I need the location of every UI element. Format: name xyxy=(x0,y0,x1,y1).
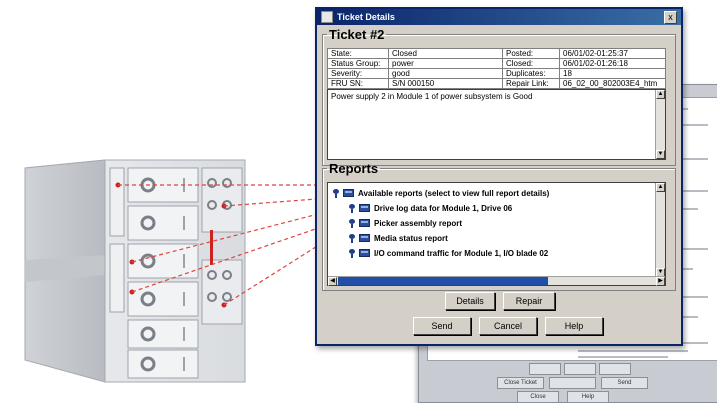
ticket-heading: Ticket #2 xyxy=(329,27,385,42)
repair-link-label: Repair Link: xyxy=(502,78,560,89)
status-group-value: power xyxy=(388,58,503,69)
fru-sn-value: S/N 000150 xyxy=(388,78,503,89)
folder-icon xyxy=(343,189,354,197)
scroll-left-arrow-icon[interactable]: ◀ xyxy=(328,277,337,286)
tree-node-icon xyxy=(332,188,340,198)
reports-tree[interactable]: Available reports (select to view full r… xyxy=(327,182,666,286)
ticket-description: Power supply 2 in Module 1 of power subs… xyxy=(331,92,533,101)
send-button[interactable]: Send xyxy=(413,317,471,335)
closed-value: 06/01/02-01:26:18 xyxy=(559,58,666,69)
tree-node-icon xyxy=(348,248,356,258)
bg-close-button[interactable]: Close xyxy=(517,391,559,403)
ticket-description-area[interactable]: Power supply 2 in Module 1 of power subs… xyxy=(327,89,666,160)
report-label: I/O command traffic for Module 1, I/O bl… xyxy=(374,248,549,258)
severity-value: good xyxy=(388,68,503,79)
folder-icon xyxy=(359,219,370,227)
report-item[interactable]: Media status report xyxy=(348,232,448,244)
table-row: Severity: good Duplicates: 18 xyxy=(327,68,666,79)
close-icon[interactable]: x xyxy=(664,10,677,24)
bg-close-ticket-button[interactable]: Close Ticket xyxy=(497,377,544,389)
posted-value: 06/01/02-01:25:37 xyxy=(559,48,666,59)
state-label: State: xyxy=(327,48,389,59)
description-scrollbar[interactable]: ▲ ▼ xyxy=(655,90,665,159)
ticket-details-dialog: Ticket Details x Ticket #2 State: Closed… xyxy=(315,7,683,346)
scrollbar-thumb[interactable] xyxy=(338,277,548,285)
cancel-button[interactable]: Cancel xyxy=(479,317,537,335)
ticket-fields-table: State: Closed Posted: 06/01/02-01:25:37 … xyxy=(327,48,666,89)
repair-link-value[interactable]: 06_02_00_802003E4_htm xyxy=(559,78,666,89)
closed-label: Closed: xyxy=(502,58,560,69)
report-label: Available reports (select to view full r… xyxy=(358,188,550,198)
bg-help-button[interactable]: Help xyxy=(567,391,609,403)
folder-icon xyxy=(359,234,370,242)
table-row: FRU SN: S/N 000150 Repair Link: 06_02_00… xyxy=(327,78,666,89)
reports-horizontal-scrollbar[interactable]: ◀ ▶ xyxy=(328,276,665,286)
status-group-label: Status Group: xyxy=(327,58,389,69)
scroll-up-arrow-icon[interactable]: ▲ xyxy=(656,183,665,192)
report-item[interactable]: Picker assembly report xyxy=(348,217,462,229)
scroll-down-arrow-icon[interactable]: ▼ xyxy=(656,150,665,159)
report-item[interactable]: Drive log data for Module 1, Drive 06 xyxy=(348,202,512,214)
bg-next-button[interactable] xyxy=(564,363,596,375)
repair-button[interactable]: Repair xyxy=(503,292,555,310)
tree-node-icon xyxy=(348,233,356,243)
posted-label: Posted: xyxy=(502,48,560,59)
tree-node-icon xyxy=(348,203,356,213)
folder-icon xyxy=(359,249,370,257)
report-item[interactable]: I/O command traffic for Module 1, I/O bl… xyxy=(348,247,548,259)
report-label: Picker assembly report xyxy=(374,218,463,228)
folder-icon xyxy=(359,204,370,212)
storage-library-illustration xyxy=(24,159,330,383)
severity-label: Severity: xyxy=(327,68,389,79)
report-label: Drive log data for Module 1, Drive 06 xyxy=(374,203,513,213)
state-value: Closed xyxy=(388,48,503,59)
duplicates-label: Duplicates: xyxy=(502,68,560,79)
scroll-right-arrow-icon[interactable]: ▶ xyxy=(656,277,665,286)
bg-index-button[interactable] xyxy=(599,363,631,375)
bg-send-button[interactable]: Send xyxy=(601,377,648,389)
reports-heading: Reports xyxy=(329,161,379,176)
details-button[interactable]: Details xyxy=(445,292,495,310)
tree-node-icon xyxy=(348,218,356,228)
report-root-item[interactable]: Available reports (select to view full r… xyxy=(332,187,549,199)
help-button[interactable]: Help xyxy=(545,317,603,335)
app-window-icon xyxy=(321,11,333,23)
table-row: State: Closed Posted: 06/01/02-01:25:37 xyxy=(327,48,666,59)
duplicates-value: 18 xyxy=(559,68,666,79)
report-label: Media status report xyxy=(374,233,448,243)
scroll-up-arrow-icon[interactable]: ▲ xyxy=(656,90,665,99)
bg-edit-button[interactable] xyxy=(549,377,596,389)
table-row: Status Group: power Closed: 06/01/02-01:… xyxy=(327,58,666,69)
reports-vertical-scrollbar[interactable]: ▲ ▼ xyxy=(655,183,665,277)
dialog-title: Ticket Details xyxy=(337,12,395,22)
bg-back-button[interactable] xyxy=(529,363,561,375)
dialog-titlebar[interactable]: Ticket Details x xyxy=(317,9,681,25)
fru-sn-label: FRU SN: xyxy=(327,78,389,89)
